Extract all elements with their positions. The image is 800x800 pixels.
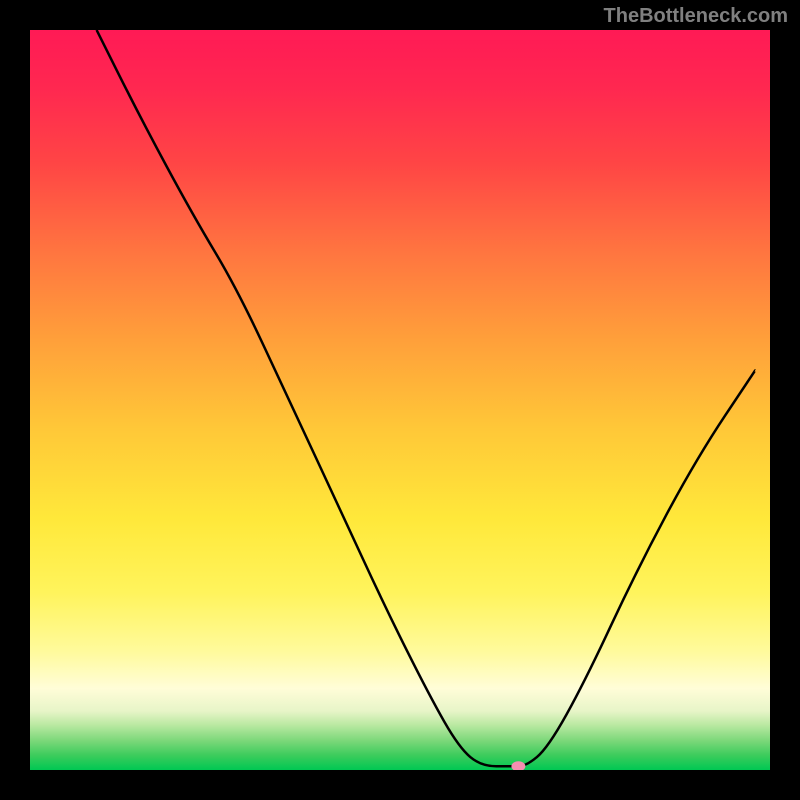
chart-svg: [30, 30, 770, 770]
chart-container: TheBottleneck.com: [0, 0, 800, 800]
plot-area: [30, 30, 770, 770]
gradient-background: [30, 30, 770, 770]
watermark-text: TheBottleneck.com: [604, 5, 788, 28]
